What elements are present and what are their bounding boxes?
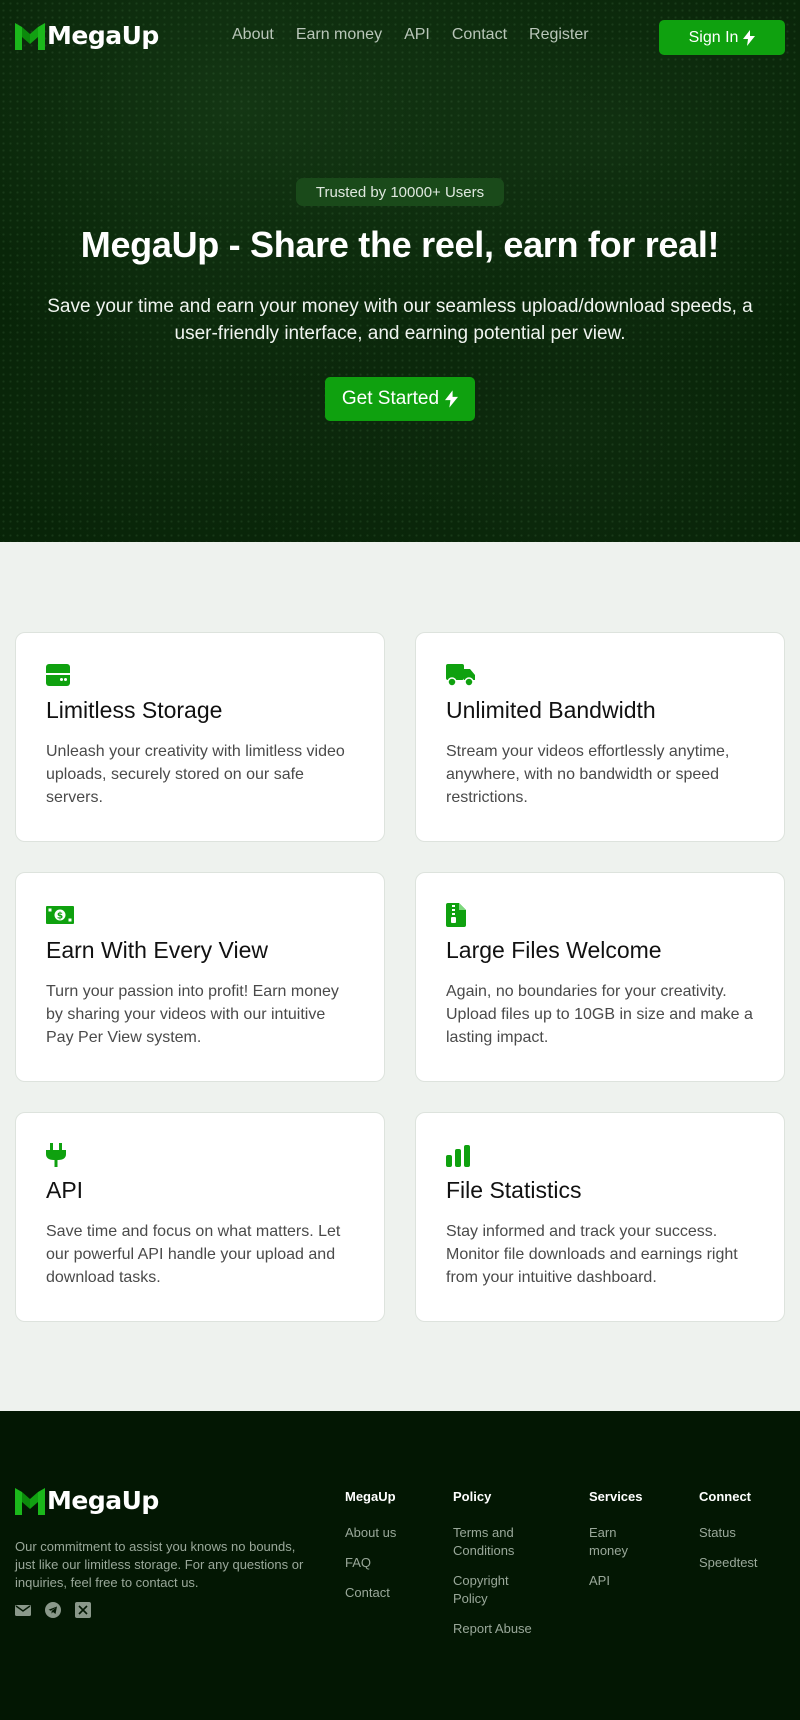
hero-title: MegaUp - Share the reel, earn for real! [80,224,720,265]
nav-link-register[interactable]: Register [529,26,589,44]
feature-text: Stay informed and track your success. Mo… [446,1223,738,1286]
feature-title: Earn With Every View [46,937,268,963]
feature-card: Unlimited Bandwidth Stream your videos e… [415,632,785,842]
lightning-icon [743,29,756,46]
footer-link-contact[interactable]: Contact [345,1584,405,1602]
nav-link-about[interactable]: About [232,26,274,44]
feature-title: File Statistics [446,1177,582,1203]
get-started-button[interactable]: Get Started [325,377,475,421]
footer-link-api[interactable]: API [589,1572,644,1590]
feature-title: API [46,1177,84,1203]
nav-links: About Earn money API Contact Register [232,26,589,44]
telegram-icon[interactable] [45,1602,61,1618]
bar-chart-icon [446,1145,470,1167]
footer-column-title: Policy [453,1489,492,1504]
footer-brand-name: MegaUp [47,1485,159,1515]
footer-column-connect: Connect Status Speedtest [699,1489,789,1584]
footer-link-copyright[interactable]: Copyright Policy [453,1572,543,1608]
feature-text: Turn your passion into profit! Earn mone… [46,983,339,1046]
hero-section: MegaUp About Earn money API Contact Regi… [0,0,800,542]
footer-column-policy: Policy Terms and Conditions Copyright Po… [453,1489,543,1650]
footer-column-megaup: MegaUp About us FAQ Contact [345,1489,405,1614]
feature-card: File Statistics Stay informed and track … [415,1112,785,1322]
footer-link-report-abuse[interactable]: Report Abuse [453,1620,543,1638]
footer-column-services: Services Earn money API [589,1489,644,1602]
footer-link-about-us[interactable]: About us [345,1524,405,1542]
megaup-logo-icon [15,1488,45,1515]
feature-card: API Save time and focus on what matters.… [15,1112,385,1322]
footer-link-faq[interactable]: FAQ [345,1554,405,1572]
footer-about-text: Our commitment to assist you knows no bo… [15,1539,304,1590]
feature-title: Limitless Storage [46,697,223,723]
storage-icon [46,664,70,686]
footer-link-terms[interactable]: Terms and Conditions [453,1524,543,1560]
feature-card: Large Files Welcome Again, no boundaries… [415,872,785,1082]
brand-logo[interactable]: MegaUp [15,20,159,50]
feature-text: Again, no boundaries for your creativity… [446,983,753,1046]
nav-link-api[interactable]: API [404,26,430,44]
footer-link-earn-money[interactable]: Earn money [589,1524,644,1560]
cash-icon: $ [46,906,74,924]
lightning-icon [445,390,459,408]
footer-column-title: Connect [699,1489,751,1504]
footer-link-status[interactable]: Status [699,1524,789,1542]
feature-card: $ Earn With Every View Turn your passion… [15,872,385,1082]
feature-title: Unlimited Bandwidth [446,697,656,723]
feature-card: Limitless Storage Unleash your creativit… [15,632,385,842]
feature-text: Save time and focus on what matters. Let… [46,1223,341,1286]
social-links [15,1602,91,1618]
footer-link-speedtest[interactable]: Speedtest [699,1554,789,1572]
brand-name: MegaUp [47,20,159,50]
nav-link-earn-money[interactable]: Earn money [296,26,382,44]
feature-text: Unleash your creativity with limitless v… [46,743,345,806]
svg-text:$: $ [57,912,63,922]
plug-icon [46,1143,66,1167]
top-navbar: MegaUp About Earn money API Contact Regi… [0,0,800,74]
email-icon[interactable] [15,1602,31,1618]
zip-file-icon [446,903,466,927]
footer-column-title: Services [589,1489,643,1504]
get-started-label: Get Started [341,388,440,409]
x-icon[interactable] [75,1602,91,1618]
trusted-badge: Trusted by 10000+ Users [296,178,504,206]
feature-title: Large Files Welcome [446,937,662,963]
world-map-background [0,0,800,542]
features-grid: Limitless Storage Unleash your creativit… [15,632,785,1322]
megaup-logo-icon [15,23,45,50]
footer-brand-logo[interactable]: MegaUp [15,1485,159,1515]
sign-in-button[interactable]: Sign In [659,20,785,55]
nav-link-contact[interactable]: Contact [452,26,507,44]
feature-text: Stream your videos effortlessly anytime,… [446,743,730,806]
sign-in-label: Sign In [688,28,739,46]
site-footer: MegaUp Our commitment to assist you know… [0,1411,800,1720]
footer-column-title: MegaUp [345,1489,396,1504]
truck-icon [446,664,475,687]
hero-subtitle: Save your time and earn your money with … [47,296,753,344]
